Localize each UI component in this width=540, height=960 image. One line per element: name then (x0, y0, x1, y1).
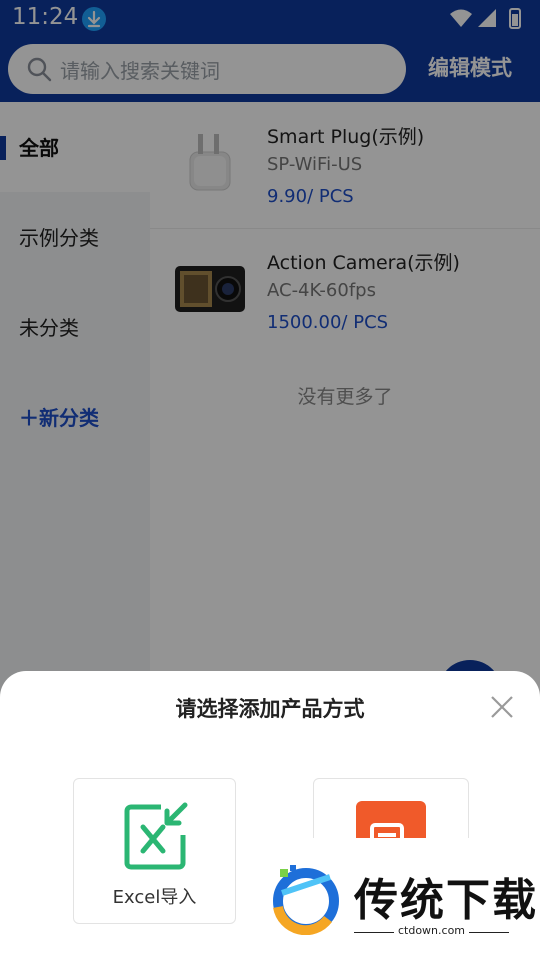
close-icon[interactable] (488, 693, 516, 721)
excel-import-option[interactable]: Excel导入 (73, 778, 236, 924)
watermark-logo (273, 865, 339, 935)
watermark: 传统下载 ctdown.com (262, 838, 540, 960)
excel-import-icon (124, 802, 188, 870)
watermark-title: 传统下载 (354, 875, 538, 926)
excel-import-label: Excel导入 (112, 887, 197, 908)
watermark-url: ctdown.com (397, 924, 466, 937)
watermark-line (469, 932, 509, 933)
sheet-title: 请选择添加产品方式 (175, 697, 365, 721)
